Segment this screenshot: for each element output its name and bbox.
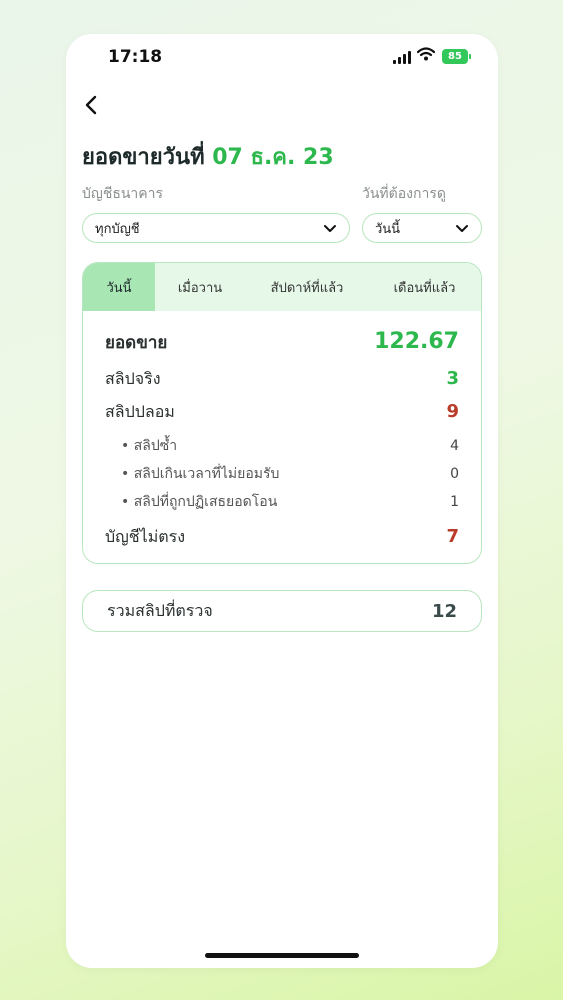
chevron-left-icon — [85, 95, 97, 115]
fake-slip-value: 9 — [446, 401, 459, 422]
chevron-down-icon — [324, 224, 336, 232]
tab-last-month[interactable]: เดือนที่แล้ว — [369, 263, 480, 311]
home-indicator[interactable] — [205, 953, 359, 958]
fake-slip-label: สลิปปลอม — [105, 402, 175, 421]
rejected-slip-value: 1 — [450, 494, 459, 510]
duplicate-slip-row: • สลิปซ้ำ 4 — [121, 435, 459, 457]
period-dropdown[interactable]: วันนี้ — [362, 213, 482, 243]
rejected-slip-row: • สลิปที่ถูกปฏิเสธยอดโอน 1 — [121, 491, 459, 513]
late-slip-value: 0 — [450, 466, 459, 482]
page-title: ยอดขายวันที่ 07 ธ.ค. 23 — [82, 139, 334, 174]
sales-row: ยอดขาย 122.67 — [105, 329, 459, 356]
total-slips-value: 12 — [431, 600, 457, 622]
battery-icon: 85 — [442, 49, 471, 64]
real-slip-value: 3 — [446, 368, 459, 389]
tab-today[interactable]: วันนี้ — [83, 263, 155, 311]
account-mismatch-label: บัญชีไม่ตรง — [105, 527, 186, 546]
late-slip-row: • สลิปเกินเวลาที่ไม่ยอมรับ 0 — [121, 463, 459, 485]
battery-level: 85 — [448, 51, 462, 62]
tab-last-week[interactable]: สัปดาห์ที่แล้ว — [245, 263, 369, 311]
sales-label: ยอดขาย — [105, 333, 168, 353]
page-title-text: ยอดขายวันที่ — [82, 145, 205, 170]
account-mismatch-value: 7 — [446, 526, 459, 547]
phone-screen: 17:18 85 ยอดขายวันที่ 07 ธ.ค. 23 บัญชีธน… — [66, 34, 498, 968]
real-slip-label: สลิปจริง — [105, 369, 161, 388]
real-slip-row: สลิปจริง 3 — [105, 367, 459, 392]
sales-summary-card: วันนี้ เมื่อวาน สัปดาห์ที่แล้ว เดือนที่แ… — [82, 262, 482, 564]
tab-yesterday[interactable]: เมื่อวาน — [155, 263, 245, 311]
account-mismatch-row: บัญชีไม่ตรง 7 — [105, 525, 459, 550]
duplicate-slip-label: • สลิปซ้ำ — [121, 438, 178, 454]
wifi-icon — [417, 47, 435, 61]
total-slips-label: รวมสลิปที่ตรวจ — [107, 600, 213, 620]
back-button[interactable] — [76, 90, 106, 120]
period-dropdown-value: วันนี้ — [375, 221, 401, 237]
chevron-down-icon — [456, 224, 468, 232]
account-dropdown-value: ทุกบัญชี — [95, 221, 140, 237]
fake-slip-row: สลิปปลอม 9 — [105, 400, 459, 425]
period-tabs: วันนี้ เมื่อวาน สัปดาห์ที่แล้ว เดือนที่แ… — [83, 263, 481, 311]
status-bar: 17:18 85 — [66, 34, 498, 80]
rejected-slip-label: • สลิปที่ถูกปฏิเสธยอดโอน — [121, 494, 278, 510]
account-dropdown[interactable]: ทุกบัญชี — [82, 213, 350, 243]
cellular-signal-icon — [393, 51, 411, 64]
sales-value: 122.67 — [374, 329, 459, 354]
period-label: วันที่ต้องการดู — [362, 186, 446, 202]
late-slip-label: • สลิปเกินเวลาที่ไม่ยอมรับ — [121, 466, 280, 482]
duplicate-slip-value: 4 — [450, 438, 459, 454]
account-label: บัญชีธนาคาร — [82, 186, 164, 202]
status-time: 17:18 — [108, 47, 163, 67]
total-slips-card: รวมสลิปที่ตรวจ 12 — [82, 590, 482, 632]
page-title-date: 07 ธ.ค. 23 — [212, 145, 334, 170]
